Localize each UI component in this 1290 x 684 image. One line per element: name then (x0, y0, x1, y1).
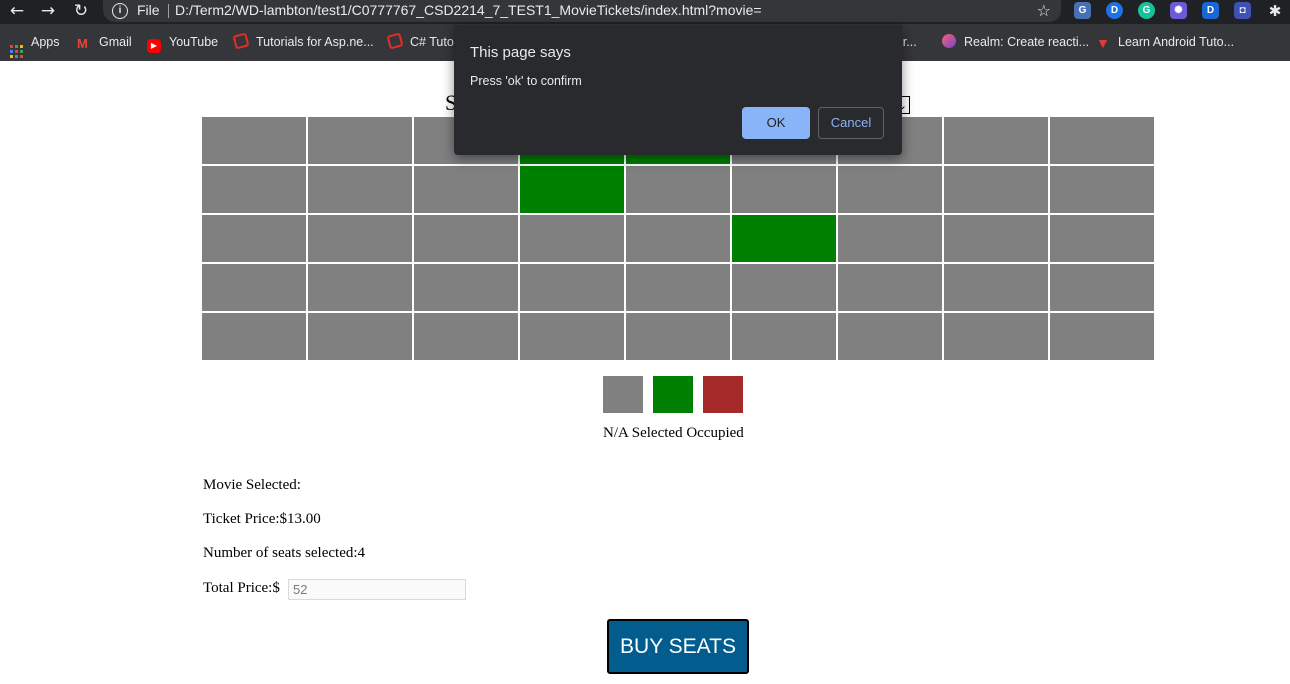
seat[interactable] (202, 215, 306, 262)
bookmark-gmail[interactable]: M Gmail (77, 33, 132, 51)
dialog-message: Press 'ok' to confirm (470, 74, 582, 88)
total-price-field[interactable] (288, 579, 466, 600)
browser-toolbar: ← → ↻ i File D:/Term2/WD-lambton/test1/C… (0, 0, 1290, 24)
bookmark-star-icon[interactable]: ☆ (1037, 0, 1051, 21)
bookmark-site-icon (386, 32, 404, 50)
seat[interactable] (414, 166, 518, 213)
bookmark-label: lr... (900, 35, 917, 49)
bookmark-asp-tutorials[interactable]: Tutorials for Asp.ne... (232, 32, 374, 51)
bookmark-label: YouTube (169, 35, 219, 49)
dialog-title: This page says (470, 44, 571, 61)
seat[interactable] (944, 264, 1048, 311)
seat[interactable] (838, 264, 942, 311)
seat[interactable] (202, 166, 306, 213)
bookmark-csharp-tutorials[interactable]: C# Tuto (386, 32, 454, 51)
forward-arrow-icon[interactable]: → (35, 0, 61, 22)
seat[interactable] (520, 313, 624, 360)
gmail-icon: M (77, 36, 88, 51)
movie-selected-label: Movie Selected: (203, 477, 301, 493)
seat[interactable] (944, 313, 1048, 360)
docs-extension-icon[interactable]: D (1202, 2, 1219, 19)
legend-na-swatch (603, 376, 643, 413)
translate-extension-icon[interactable]: G (1074, 2, 1091, 19)
seat[interactable] (732, 313, 836, 360)
seat[interactable] (626, 215, 730, 262)
bookmark-android[interactable]: ▼ Learn Android Tuto... (1096, 33, 1234, 51)
youtube-icon: ▶ (147, 39, 161, 53)
bookmark-apps[interactable]: Apps (10, 33, 60, 58)
ticket-price-label: Ticket Price:$13.00 (203, 511, 321, 527)
seat[interactable] (1050, 117, 1154, 164)
seat[interactable] (1050, 313, 1154, 360)
bookmark-youtube[interactable]: ▶ YouTube (147, 33, 219, 53)
reload-icon[interactable]: ↻ (68, 0, 94, 22)
seat-selected[interactable] (520, 166, 624, 213)
seat[interactable] (838, 166, 942, 213)
seat[interactable] (944, 117, 1048, 164)
seat[interactable] (308, 166, 412, 213)
total-price-label: Total Price:$ (203, 580, 280, 596)
apps-grid-icon (10, 45, 23, 58)
buy-seats-button[interactable]: BUY SEATS (607, 619, 749, 674)
seat-selected[interactable] (732, 215, 836, 262)
seat[interactable] (838, 313, 942, 360)
bookmark-label: Gmail (99, 35, 132, 49)
seat[interactable] (308, 264, 412, 311)
bookmark-hidden[interactable]: lr... (900, 33, 917, 51)
seat[interactable] (838, 215, 942, 262)
grammarly-extension-icon[interactable]: G (1138, 2, 1155, 19)
bookmark-label: Learn Android Tuto... (1118, 35, 1235, 49)
d-extension-icon[interactable]: D (1106, 2, 1123, 19)
vue-logo-icon: ▼ (1096, 35, 1110, 51)
legend-selected-swatch (653, 376, 693, 413)
bookmark-label: C# Tuto (410, 35, 454, 49)
seat[interactable] (626, 166, 730, 213)
address-bar[interactable]: i File D:/Term2/WD-lambton/test1/C077776… (103, 0, 1061, 22)
bookmark-label: Realm: Create reacti... (964, 35, 1090, 49)
seat[interactable] (1050, 264, 1154, 311)
seat[interactable] (414, 264, 518, 311)
seat[interactable] (202, 117, 306, 164)
realm-icon (942, 34, 956, 48)
seat[interactable] (732, 264, 836, 311)
seat[interactable] (308, 313, 412, 360)
cancel-button[interactable]: Cancel (818, 107, 884, 139)
seat[interactable] (944, 215, 1048, 262)
seat[interactable] (202, 264, 306, 311)
bookmark-site-icon (232, 32, 250, 50)
seat[interactable] (1050, 166, 1154, 213)
seat[interactable] (1050, 215, 1154, 262)
seat[interactable] (520, 215, 624, 262)
seat[interactable] (202, 313, 306, 360)
seat[interactable] (944, 166, 1048, 213)
seat[interactable] (308, 215, 412, 262)
gear-extension-icon[interactable]: ✺ (1170, 2, 1187, 19)
legend-label: N/A Selected Occupied (603, 425, 744, 441)
address-separator (168, 4, 169, 18)
puzzle-extensions-icon[interactable]: ✱ (1262, 0, 1288, 22)
seat[interactable] (626, 264, 730, 311)
file-scheme-label: File (137, 2, 160, 18)
seat[interactable] (414, 313, 518, 360)
seat[interactable] (308, 117, 412, 164)
bookmark-realm[interactable]: Realm: Create reacti... (942, 33, 1089, 51)
seat[interactable] (414, 215, 518, 262)
seat[interactable] (626, 313, 730, 360)
info-icon[interactable]: i (112, 3, 128, 19)
legend-occupied-swatch (703, 376, 743, 413)
ok-button[interactable]: OK (742, 107, 810, 139)
back-arrow-icon[interactable]: ← (4, 0, 30, 22)
bookmark-label: Apps (31, 35, 60, 49)
alert-dialog: This page says Press 'ok' to confirm OK … (454, 25, 902, 155)
url-text[interactable]: D:/Term2/WD-lambton/test1/C0777767_CSD22… (175, 0, 762, 21)
bookmark-label: Tutorials for Asp.ne... (256, 35, 374, 49)
seat[interactable] (732, 166, 836, 213)
seat[interactable] (520, 264, 624, 311)
seats-selected-label: Number of seats selected:4 (203, 545, 366, 561)
screenshot-extension-icon[interactable]: ◘ (1234, 2, 1251, 19)
